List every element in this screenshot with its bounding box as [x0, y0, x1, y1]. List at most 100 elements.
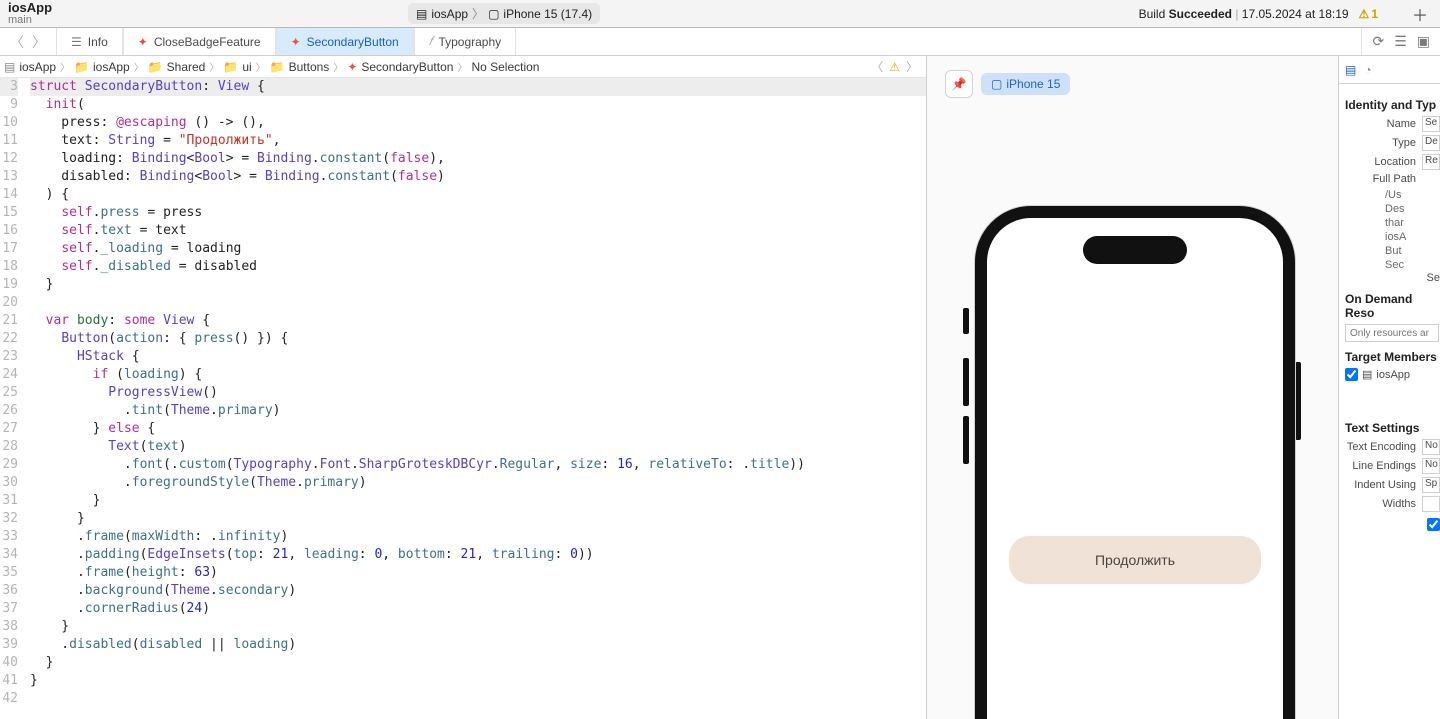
tab-info[interactable]: ☰ Info: [56, 28, 123, 55]
code-line[interactable]: self._loading = loading: [30, 240, 926, 258]
name-field[interactable]: Se: [1422, 116, 1440, 132]
code-line[interactable]: }: [30, 672, 926, 690]
code-line[interactable]: if (loading) {: [30, 366, 926, 384]
code-line[interactable]: Text(text): [30, 438, 926, 456]
code-line[interactable]: Button(action: { press() }) {: [30, 330, 926, 348]
code-line[interactable]: disabled: Binding<Bool> = Binding.consta…: [30, 168, 926, 186]
code-line[interactable]: loading: Binding<Bool> = Binding.constan…: [30, 150, 926, 168]
location-label: Location: [1345, 156, 1416, 168]
swift-icon: ✦: [138, 35, 148, 49]
scheme-device-label: iPhone 15 (17.4): [503, 7, 592, 21]
lineendings-field[interactable]: No: [1422, 458, 1440, 474]
warning-icon[interactable]: ⚠: [889, 60, 900, 74]
tab-secondarybutton[interactable]: ✦ SecondaryButton: [276, 28, 414, 55]
code-line[interactable]: ProgressView(): [30, 384, 926, 402]
code-line[interactable]: [30, 294, 926, 312]
location-field[interactable]: Re: [1422, 154, 1440, 170]
pin-icon: 📌: [952, 77, 967, 91]
code-line[interactable]: init(: [30, 96, 926, 114]
lineendings-label: Line Endings: [1345, 460, 1416, 472]
pin-preview-button[interactable]: 📌: [945, 70, 973, 98]
identity-section-title: Identity and Typ: [1345, 98, 1440, 112]
code-line[interactable]: self.text = text: [30, 222, 926, 240]
code-line[interactable]: } else {: [30, 420, 926, 438]
next-issue-button[interactable]: 〉: [906, 58, 918, 75]
preview-button-label: Продолжить: [1095, 552, 1175, 568]
scheme-separator: 〉: [472, 5, 484, 22]
code-line[interactable]: self.press = press: [30, 204, 926, 222]
preview-canvas[interactable]: Продолжить: [975, 206, 1295, 719]
bc-item[interactable]: iosApp: [93, 60, 130, 74]
history-inspector-tab-icon[interactable]: ◔: [1364, 63, 1371, 77]
prev-issue-button[interactable]: 〈: [871, 58, 883, 75]
secondary-button-preview[interactable]: Продолжить: [1009, 536, 1261, 584]
scheme-selector[interactable]: ▤ iosApp 〉 ▢ iPhone 15 (17.4): [408, 3, 600, 24]
file-inspector-tab-icon[interactable]: ▤: [1345, 63, 1356, 77]
code-line[interactable]: }: [30, 510, 926, 528]
build-status: Build Succeeded | 17.05.2024 at 18:19: [1139, 7, 1349, 21]
code-review-button[interactable]: ☰: [1394, 33, 1407, 50]
info-icon: ☰: [71, 35, 82, 49]
code-line[interactable]: struct SecondaryButton: View {: [30, 78, 926, 96]
code-line[interactable]: .background(Theme.secondary): [30, 582, 926, 600]
indent-field[interactable]: Sp: [1422, 477, 1440, 493]
code-line[interactable]: text: String = "Продолжить",: [30, 132, 926, 150]
bc-item[interactable]: iosApp: [19, 60, 56, 74]
bc-item[interactable]: No Selection: [471, 60, 539, 74]
code-line[interactable]: }: [30, 618, 926, 636]
tab-typography[interactable]: 𝑓 Typography: [414, 28, 516, 55]
code-line[interactable]: var body: some View {: [30, 312, 926, 330]
branch-name[interactable]: main: [8, 14, 52, 26]
code-line[interactable]: .frame(maxWidth: .infinity): [30, 528, 926, 546]
ondemand-tags-input[interactable]: [1345, 324, 1439, 342]
separator-suffix: Se: [1345, 272, 1440, 284]
add-tab-button[interactable]: ＋: [1412, 2, 1428, 26]
project-name[interactable]: iosApp: [8, 2, 52, 14]
fullpath-line: thar: [1345, 216, 1440, 230]
type-label: Type: [1345, 137, 1416, 149]
recent-files-button[interactable]: ⟳: [1372, 33, 1384, 50]
code-line[interactable]: press: @escaping () -> (),: [30, 114, 926, 132]
device-icon: ▢: [488, 7, 499, 21]
target-section-title: Target Members: [1345, 350, 1440, 364]
type-field[interactable]: De: [1422, 135, 1440, 151]
forward-button[interactable]: 〉: [30, 32, 48, 52]
textencoding-label: Text Encoding: [1345, 441, 1416, 453]
code-line[interactable]: .font(.custom(Typography.Font.SharpGrote…: [30, 456, 926, 474]
code-line[interactable]: }: [30, 492, 926, 510]
device-icon: ▢: [991, 77, 1002, 91]
code-editor[interactable]: 3910111213141516171819202122232425262728…: [0, 78, 926, 708]
folder-icon: 📁: [223, 60, 238, 74]
preview-device-selector[interactable]: ▢ iPhone 15: [981, 73, 1070, 95]
code-line[interactable]: self._disabled = disabled: [30, 258, 926, 276]
code-line[interactable]: .frame(height: 63): [30, 564, 926, 582]
bc-item[interactable]: Buttons: [289, 60, 330, 74]
warning-badge[interactable]: ⚠ 1: [1359, 7, 1378, 21]
breadcrumb[interactable]: ▤ iosApp〉 📁 iosApp〉 📁 Shared〉 📁 ui〉 📁 Bu…: [0, 56, 926, 78]
code-line[interactable]: .disabled(disabled || loading): [30, 636, 926, 654]
fullpath-label: Full Path: [1345, 173, 1416, 185]
app-icon: ▤: [1362, 368, 1372, 381]
textsettings-section-title: Text Settings: [1345, 421, 1440, 435]
editor-layout-button[interactable]: ▣: [1417, 33, 1430, 50]
line-gutter: 3910111213141516171819202122232425262728…: [0, 78, 22, 708]
code-line[interactable]: .padding(EdgeInsets(top: 21, leading: 0,…: [30, 546, 926, 564]
back-button[interactable]: 〈: [8, 32, 26, 52]
code-line[interactable]: HStack {: [30, 348, 926, 366]
bc-item[interactable]: SecondaryButton: [361, 60, 453, 74]
bc-item[interactable]: ui: [242, 60, 251, 74]
code-line[interactable]: .tint(Theme.primary): [30, 402, 926, 420]
target-iosapp-checkbox[interactable]: [1345, 368, 1358, 381]
code-line[interactable]: ) {: [30, 186, 926, 204]
code-line[interactable]: .cornerRadius(24): [30, 600, 926, 618]
code-line[interactable]: }: [30, 276, 926, 294]
code-line[interactable]: }: [30, 654, 926, 672]
tab-info-label: Info: [88, 35, 108, 49]
wrap-checkbox[interactable]: [1427, 518, 1440, 531]
tab-closebadgefeature[interactable]: ✦ CloseBadgeFeature: [123, 28, 276, 55]
textencoding-field[interactable]: No: [1422, 439, 1440, 455]
code-line[interactable]: .foregroundStyle(Theme.primary): [30, 474, 926, 492]
bc-item[interactable]: Shared: [167, 60, 206, 74]
widths-field[interactable]: [1422, 496, 1440, 512]
code-line[interactable]: [30, 690, 926, 708]
